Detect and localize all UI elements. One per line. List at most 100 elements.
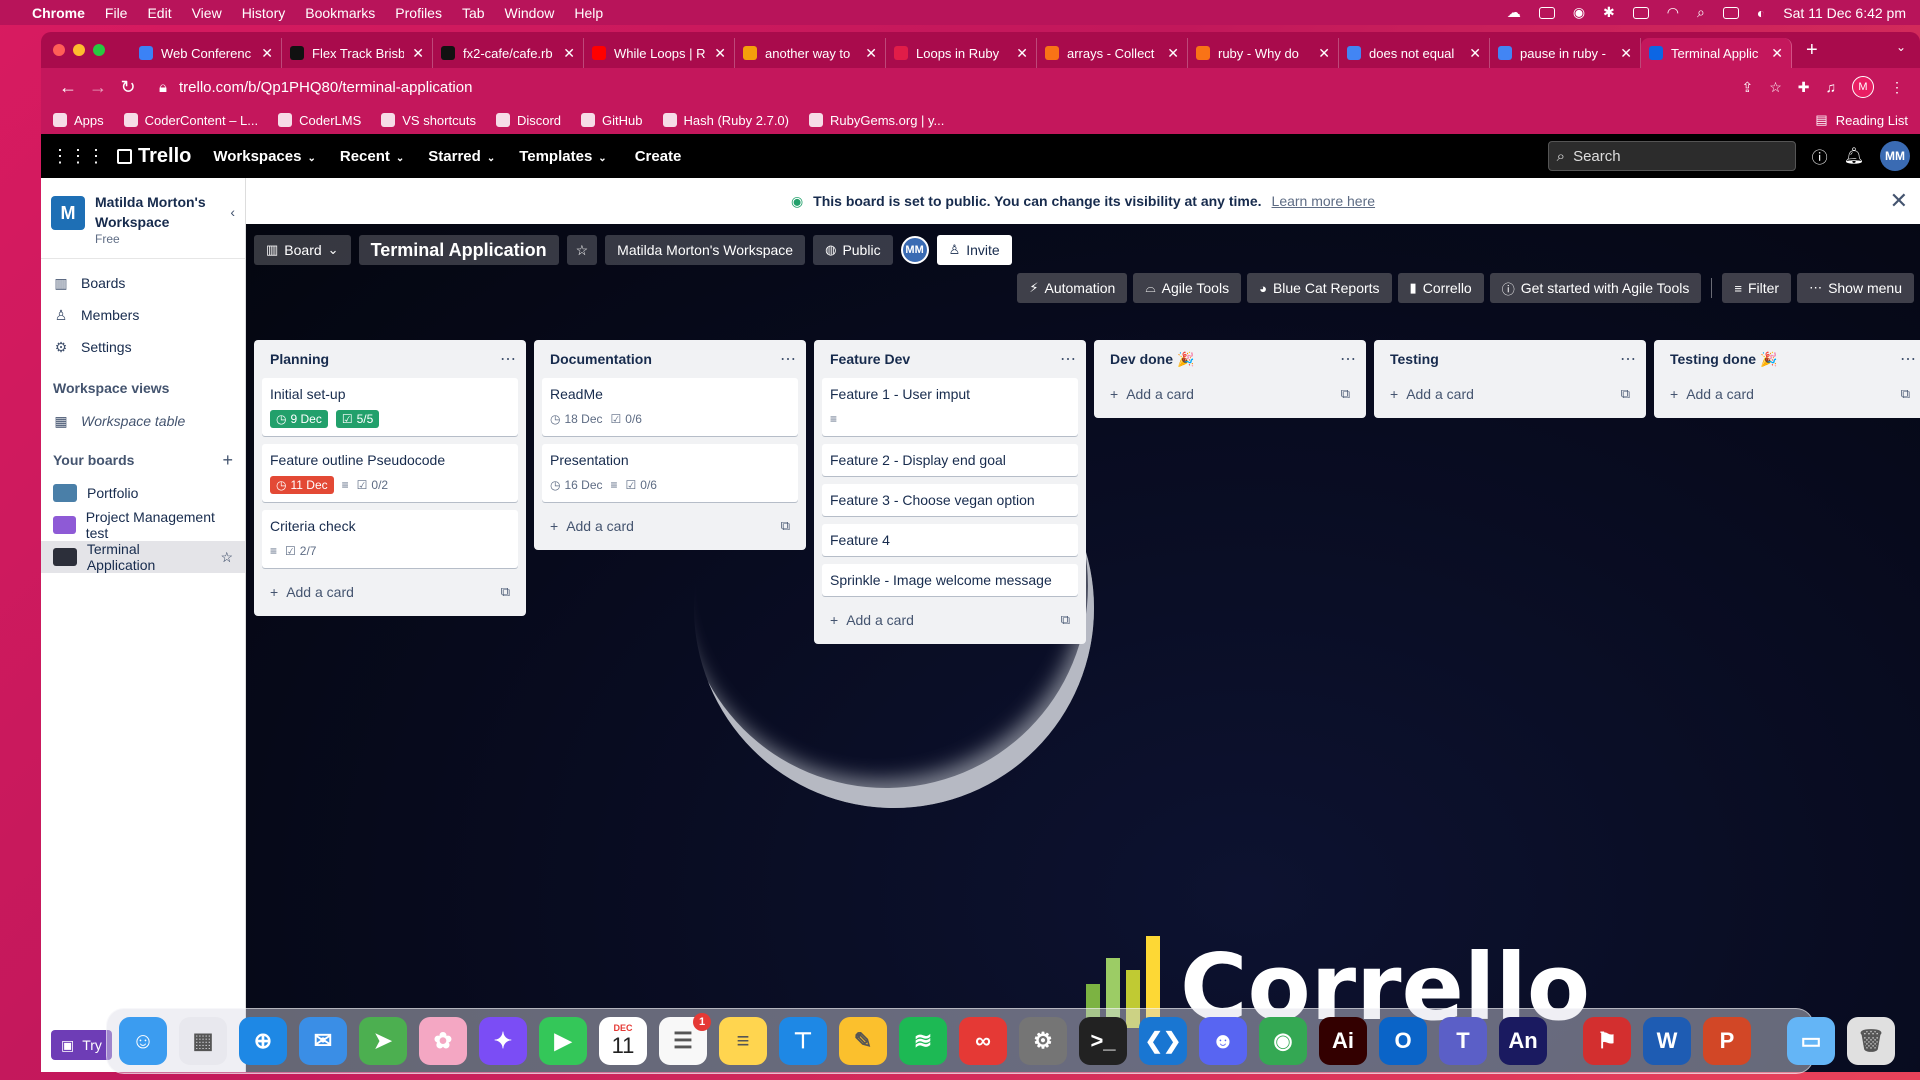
blue-cat-reports-button[interactable]: ◕ Blue Cat Reports: [1247, 273, 1392, 303]
bookmark-codercontent-l[interactable]: CoderContent – L...: [123, 113, 258, 128]
show-menu-button[interactable]: ⋯ Show menu: [1797, 273, 1914, 303]
word-dock-icon[interactable]: W: [1643, 1017, 1691, 1065]
creative-cloud-dock-icon[interactable]: ∞: [959, 1017, 1007, 1065]
collapse-sidebar-icon[interactable]: ‹: [230, 204, 235, 246]
list-title[interactable]: Documentation: [550, 351, 652, 367]
lock-icon[interactable]: 🔒︎: [159, 79, 167, 96]
list-actions-icon[interactable]: ⋯: [1620, 349, 1636, 369]
bookmark-star-icon[interactable]: ☆: [1769, 79, 1782, 96]
close-banner-icon[interactable]: ✕: [1890, 188, 1908, 214]
agile-tools-button[interactable]: ⌓ Agile Tools: [1133, 273, 1242, 303]
list-title[interactable]: Planning: [270, 351, 329, 367]
sidebar-board-project-management-test[interactable]: Project Management test: [41, 509, 245, 541]
messenger-dock-icon[interactable]: ✦: [479, 1017, 527, 1065]
vscode-dock-icon[interactable]: ❮❯: [1139, 1017, 1187, 1065]
close-tab-icon[interactable]: ✕: [1016, 45, 1028, 62]
card-template-icon[interactable]: ⧉: [1341, 386, 1350, 402]
browser-tab[interactable]: pause in ruby - ✕: [1490, 38, 1641, 68]
create-button[interactable]: Create: [635, 148, 682, 165]
wifi-icon[interactable]: ◠: [1667, 4, 1679, 21]
tab-search-chevron-icon[interactable]: ⌄: [1896, 40, 1906, 54]
due-date-badge[interactable]: ◷ 16 Dec: [550, 478, 603, 492]
bookmark-discord[interactable]: Discord: [495, 113, 561, 128]
nav-workspaces[interactable]: Workspaces ⌄: [213, 148, 316, 165]
chrome-dock-icon[interactable]: ◉: [1259, 1017, 1307, 1065]
list-actions-icon[interactable]: ⋯: [1900, 349, 1916, 369]
add-board-icon[interactable]: +: [222, 450, 233, 471]
animate-dock-icon[interactable]: An: [1499, 1017, 1547, 1065]
minimize-window-button[interactable]: [73, 44, 85, 56]
try-premium-button[interactable]: ▣ Try: [51, 1030, 112, 1060]
menubar-clock[interactable]: Sat 11 Dec 6:42 pm: [1783, 5, 1906, 21]
close-tab-icon[interactable]: ✕: [563, 45, 575, 62]
add-card-button[interactable]: + Add a card ⧉: [1094, 378, 1366, 410]
creative-cloud-status-icon[interactable]: ☁: [1507, 4, 1521, 21]
corrello-button[interactable]: ▮ Corrello: [1397, 273, 1484, 303]
browser-tab[interactable]: Terminal Applic ✕: [1641, 38, 1792, 68]
chrome-menu-icon[interactable]: ⋮: [1890, 79, 1904, 96]
list-title[interactable]: Dev done: [1110, 351, 1173, 367]
facetime-dock-icon[interactable]: ▶: [539, 1017, 587, 1065]
add-card-button[interactable]: + Add a card ⧉: [1654, 378, 1920, 410]
notifications-bell-icon[interactable]: 🔔︎: [1844, 146, 1864, 166]
due-date-badge[interactable]: ◷ 11 Dec: [270, 476, 334, 494]
zoom-window-button[interactable]: [93, 44, 105, 56]
card-template-icon[interactable]: ⧉: [781, 518, 790, 534]
menu-tab[interactable]: Tab: [462, 5, 485, 21]
url-text[interactable]: trello.com/b/Qp1PHQ80/terminal-applicati…: [179, 79, 472, 96]
safari-dock-icon[interactable]: ⊕: [239, 1017, 287, 1065]
list-title[interactable]: Testing: [1390, 351, 1439, 367]
address-bar[interactable]: 🔒︎ trello.com/b/Qp1PHQ80/terminal-applic…: [159, 79, 1741, 96]
due-date-badge[interactable]: ◷ 9 Dec: [270, 410, 328, 428]
play-status-icon[interactable]: ◉: [1573, 4, 1585, 21]
workspace-logo[interactable]: M: [51, 196, 85, 230]
menu-history[interactable]: History: [242, 5, 286, 21]
card-template-icon[interactable]: ⧉: [1061, 612, 1070, 628]
add-card-button[interactable]: + Add a card ⧉: [254, 576, 526, 608]
downloads-folder-dock-icon[interactable]: ▭: [1787, 1017, 1835, 1065]
card[interactable]: ReadMe ◷ 18 Dec ☑ 0/6: [542, 378, 798, 436]
card[interactable]: Presentation ◷ 16 Dec ≡ ☑ 0/6: [542, 444, 798, 502]
menu-app-name[interactable]: Chrome: [32, 5, 85, 21]
spotify-dock-icon[interactable]: ≋: [899, 1017, 947, 1065]
mail-dock-icon[interactable]: ✉: [299, 1017, 347, 1065]
new-tab-button[interactable]: +: [1806, 39, 1818, 62]
browser-tab[interactable]: Loops in Ruby ✕: [886, 38, 1037, 68]
list-actions-icon[interactable]: ⋯: [1340, 349, 1356, 369]
browser-tab[interactable]: ruby - Why do ✕: [1188, 38, 1339, 68]
siri-icon[interactable]: ◐: [1757, 5, 1765, 21]
outlook-dock-icon[interactable]: O: [1379, 1017, 1427, 1065]
list-title[interactable]: Testing done: [1670, 351, 1756, 367]
close-window-button[interactable]: [53, 44, 65, 56]
card[interactable]: Feature 3 - Choose vegan option: [822, 484, 1078, 516]
trello-logo[interactable]: Trello: [117, 145, 191, 168]
close-tab-icon[interactable]: ✕: [412, 45, 424, 62]
control-center-icon[interactable]: [1722, 6, 1739, 19]
launchpad-dock-icon[interactable]: ▦: [179, 1017, 227, 1065]
close-tab-icon[interactable]: ✕: [1469, 45, 1481, 62]
bookmark-hash-ruby-2-7-0[interactable]: Hash (Ruby 2.7.0): [662, 113, 789, 128]
close-tab-icon[interactable]: ✕: [1620, 45, 1632, 62]
nav-starred[interactable]: Starred ⌄: [428, 148, 495, 165]
maps-dock-icon[interactable]: ➤: [359, 1017, 407, 1065]
menu-help[interactable]: Help: [574, 5, 603, 21]
star-board-icon[interactable]: ☆: [566, 235, 598, 265]
bookmark-vs-shortcuts[interactable]: VS shortcuts: [381, 113, 476, 128]
acrobat-dock-icon[interactable]: ⚑: [1583, 1017, 1631, 1065]
sidebar-item-boards[interactable]: ▥ Boards: [41, 267, 245, 299]
card-template-icon[interactable]: ⧉: [1621, 386, 1630, 402]
menu-file[interactable]: File: [105, 5, 128, 21]
search-input[interactable]: ⌕ Search: [1547, 141, 1796, 171]
list-actions-icon[interactable]: ⋯: [780, 349, 796, 369]
share-icon[interactable]: ⇪: [1741, 79, 1753, 96]
browser-tab[interactable]: Flex Track Brisb ✕: [282, 38, 433, 68]
close-tab-icon[interactable]: ✕: [1318, 45, 1330, 62]
add-card-button[interactable]: + Add a card ⧉: [534, 510, 806, 542]
browser-tab[interactable]: While Loops | R ✕: [584, 38, 735, 68]
browser-tab[interactable]: another way to ✕: [735, 38, 886, 68]
close-tab-icon[interactable]: ✕: [714, 45, 726, 62]
user-avatar[interactable]: MM: [1880, 141, 1910, 171]
keynote-dock-icon[interactable]: ⊤: [779, 1017, 827, 1065]
terminal-dock-icon[interactable]: >_: [1079, 1017, 1127, 1065]
back-icon[interactable]: ←: [53, 77, 83, 98]
